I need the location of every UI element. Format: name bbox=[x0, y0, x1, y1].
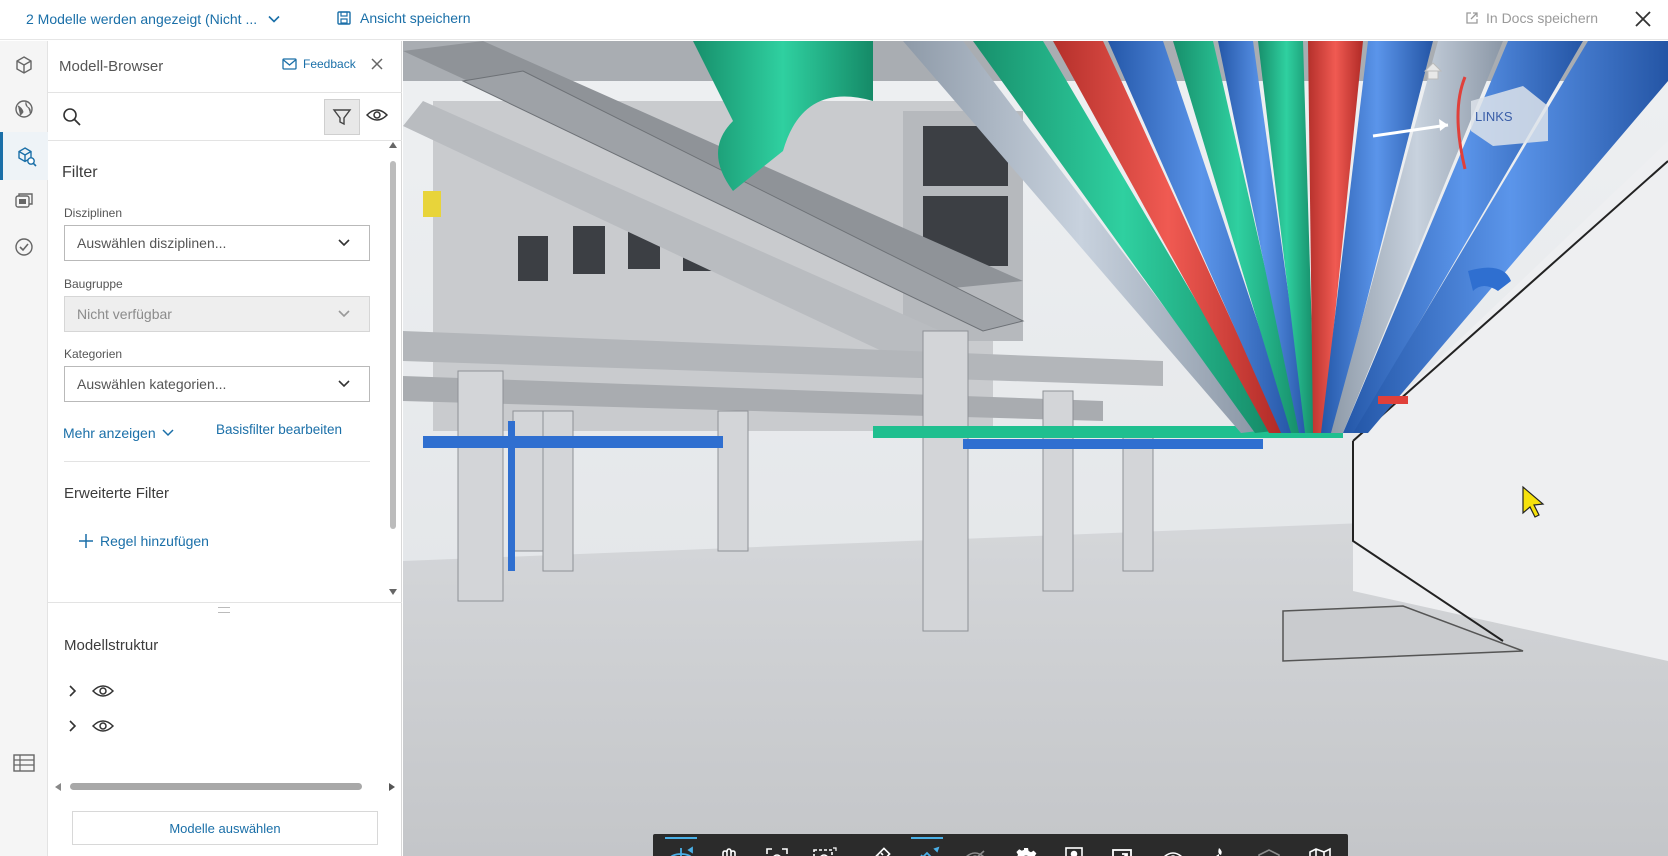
building-model-view[interactable]: LINKS bbox=[403, 41, 1668, 856]
map-toolbar bbox=[1292, 834, 1348, 856]
3d-viewport[interactable]: LINKS bbox=[403, 41, 1668, 856]
tree-horizontal-scrollbar[interactable] bbox=[54, 779, 396, 793]
disciplines-select[interactable]: Auswählen disziplinen... bbox=[64, 225, 370, 261]
chevron-right-icon[interactable] bbox=[68, 719, 78, 733]
models-dropdown[interactable]: 2 Modelle werden angezeigt (Nicht ... bbox=[26, 11, 281, 27]
view-toolbar bbox=[1145, 834, 1297, 856]
settings-toolbar bbox=[998, 834, 1150, 856]
filter-title: Filter bbox=[62, 164, 98, 181]
zoom-window-icon[interactable] bbox=[803, 837, 847, 856]
search-bar bbox=[48, 93, 402, 141]
close-button[interactable] bbox=[1633, 9, 1653, 29]
save-to-docs-label: In Docs speichern bbox=[1486, 10, 1599, 26]
visibility-toggle-button[interactable] bbox=[365, 107, 389, 128]
save-view-label: Ansicht speichern bbox=[360, 10, 471, 26]
search-icon[interactable] bbox=[62, 107, 82, 132]
eye-icon bbox=[365, 109, 389, 121]
model-browser-panel: Modell-Browser Feedback Filter Disziplin… bbox=[48, 41, 402, 856]
assembly-label: Baugruppe bbox=[64, 277, 123, 291]
tree-row[interactable] bbox=[68, 718, 128, 734]
feedback-label: Feedback bbox=[303, 57, 356, 71]
map-icon[interactable] bbox=[1298, 837, 1342, 856]
select-models-button[interactable]: Modelle auswählen bbox=[72, 811, 378, 845]
settings-icon[interactable] bbox=[1004, 837, 1048, 856]
left-rail bbox=[0, 41, 48, 856]
cube-icon[interactable] bbox=[12, 53, 36, 77]
add-rule-button[interactable]: Regel hinzufügen bbox=[78, 533, 209, 549]
chevron-down-icon bbox=[338, 380, 350, 388]
edit-basic-filter-link[interactable]: Basisfilter bearbeiten bbox=[216, 422, 342, 437]
save-to-docs-button[interactable]: In Docs speichern bbox=[1465, 10, 1598, 26]
viewcube-label: LINKS bbox=[1475, 109, 1513, 124]
categories-label: Kategorien bbox=[64, 347, 123, 361]
chevron-down-icon bbox=[338, 239, 350, 247]
chevron-down-icon bbox=[268, 15, 280, 23]
filter-toggle-button[interactable] bbox=[324, 99, 360, 135]
sheets-icon[interactable] bbox=[12, 189, 36, 213]
ghost-icon[interactable] bbox=[1151, 837, 1195, 856]
top-bar: 2 Modelle werden angezeigt (Nicht ... An… bbox=[0, 0, 1668, 40]
scroll-up-icon bbox=[389, 142, 397, 148]
panel-title: Modell-Browser bbox=[59, 58, 164, 75]
divider bbox=[64, 461, 370, 462]
filter-icon bbox=[332, 109, 352, 126]
save-view-button[interactable]: Ansicht speichern bbox=[336, 10, 471, 26]
measure-icon[interactable] bbox=[857, 837, 901, 856]
filter-section: Filter Disziplinen Auswählen disziplinen… bbox=[48, 141, 402, 601]
tools-toolbar bbox=[851, 834, 1003, 856]
model-structure-title: Modellstruktur bbox=[64, 637, 159, 654]
assembly-value: Nicht verfügbar bbox=[77, 306, 172, 322]
assembly-select: Nicht verfügbar bbox=[64, 296, 370, 332]
issues-icon[interactable] bbox=[12, 235, 36, 259]
save-icon bbox=[337, 11, 351, 25]
table-icon[interactable] bbox=[12, 751, 36, 775]
scroll-down-icon bbox=[389, 589, 397, 595]
model-visibility-icon[interactable] bbox=[1247, 837, 1291, 856]
eye-icon[interactable] bbox=[92, 718, 114, 734]
plus-icon bbox=[79, 534, 93, 548]
orbit-icon[interactable] bbox=[659, 837, 703, 856]
section-icon[interactable] bbox=[905, 837, 949, 856]
scroll-left-icon bbox=[55, 783, 61, 791]
panel-header: Modell-Browser Feedback bbox=[48, 41, 402, 93]
advanced-filter-title: Erweiterte Filter bbox=[64, 485, 170, 502]
globe-icon[interactable] bbox=[12, 97, 36, 121]
disciplines-value: Auswählen disziplinen... bbox=[77, 235, 227, 251]
show-more-link[interactable]: Mehr anzeigen bbox=[63, 425, 174, 441]
chevron-down-icon bbox=[338, 310, 350, 318]
mail-icon bbox=[282, 58, 297, 70]
resize-grip[interactable] bbox=[218, 607, 230, 613]
models-label: 2 Modelle werden angezeigt (Nicht ... bbox=[26, 11, 258, 27]
tree-row[interactable] bbox=[68, 683, 128, 699]
close-icon bbox=[1635, 11, 1651, 27]
categories-value: Auswählen kategorien... bbox=[77, 376, 227, 392]
chevron-down-icon bbox=[162, 429, 174, 437]
fullscreen-icon[interactable] bbox=[1100, 837, 1144, 856]
select-models-label: Modelle auswählen bbox=[169, 821, 281, 836]
panel-close-button[interactable] bbox=[370, 57, 384, 76]
scroll-right-icon bbox=[389, 783, 395, 791]
fit-view-icon[interactable] bbox=[755, 837, 799, 856]
export-icon bbox=[1466, 12, 1478, 24]
add-rule-label: Regel hinzufügen bbox=[100, 533, 209, 549]
properties-icon[interactable] bbox=[1052, 837, 1096, 856]
chevron-right-icon[interactable] bbox=[68, 684, 78, 698]
show-more-label: Mehr anzeigen bbox=[63, 425, 156, 441]
panel-divider bbox=[48, 602, 402, 603]
explode-icon[interactable] bbox=[1199, 837, 1243, 856]
categories-select[interactable]: Auswählen kategorien... bbox=[64, 366, 370, 402]
visibility-icon[interactable] bbox=[953, 837, 997, 856]
scrollbar-thumb[interactable] bbox=[70, 783, 362, 790]
filter-scrollbar[interactable] bbox=[386, 141, 400, 601]
edit-basic-filter-label: Basisfilter bearbeiten bbox=[216, 422, 343, 437]
eye-icon[interactable] bbox=[92, 683, 114, 699]
scrollbar-thumb[interactable] bbox=[390, 161, 396, 529]
pan-icon[interactable] bbox=[707, 837, 751, 856]
model-browser-icon[interactable] bbox=[0, 132, 48, 180]
feedback-link[interactable]: Feedback bbox=[282, 57, 356, 71]
disciplines-label: Disziplinen bbox=[64, 206, 123, 220]
close-icon bbox=[371, 58, 383, 70]
